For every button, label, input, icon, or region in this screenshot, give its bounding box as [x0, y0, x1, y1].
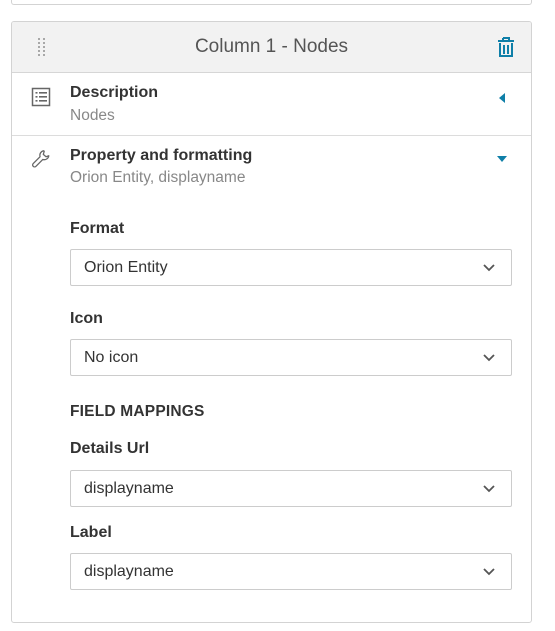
format-label: Format	[70, 220, 125, 237]
chevron-down-icon	[483, 354, 495, 362]
field-mappings-heading: FIELD MAPPINGS	[70, 403, 205, 420]
property-value: Orion Entity, displayname	[70, 169, 246, 186]
trash-icon[interactable]	[496, 36, 516, 58]
icon-select[interactable]: No icon	[70, 339, 512, 376]
previous-card-edge	[11, 0, 532, 5]
format-select-value: Orion Entity	[84, 259, 168, 276]
description-value: Nodes	[70, 107, 115, 124]
details-url-select-value: displayname	[84, 480, 174, 497]
chevron-down-icon	[483, 264, 495, 272]
icon-select-value: No icon	[84, 349, 139, 366]
caret-down-icon[interactable]	[497, 155, 507, 163]
label-field-label: Label	[70, 524, 112, 541]
column-card: Column 1 - Nodes Description Nodes Prope…	[11, 21, 532, 623]
description-section: Description Nodes	[12, 73, 531, 136]
list-icon	[31, 87, 51, 107]
label-select[interactable]: displayname	[70, 553, 512, 590]
card-header: Column 1 - Nodes	[12, 22, 531, 73]
icon-label: Icon	[70, 310, 103, 327]
details-url-select[interactable]: displayname	[70, 470, 512, 507]
description-title: Description	[70, 84, 159, 101]
wrench-icon	[32, 150, 50, 168]
details-url-label: Details Url	[70, 440, 150, 457]
card-title: Column 1 - Nodes	[194, 36, 349, 57]
caret-left-icon[interactable]	[498, 93, 506, 103]
chevron-down-icon	[483, 485, 495, 493]
property-title: Property and formatting	[70, 147, 253, 164]
chevron-down-icon	[483, 568, 495, 576]
label-select-value: displayname	[84, 563, 174, 580]
format-select[interactable]: Orion Entity	[70, 249, 512, 286]
